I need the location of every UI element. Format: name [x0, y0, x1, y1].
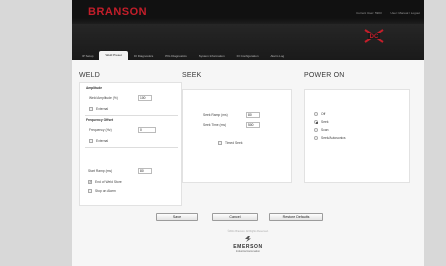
amplitude-group-title: Amplitude [86, 86, 103, 90]
power-on-scan-radio[interactable] [314, 128, 318, 132]
tab-weld-preset[interactable]: Weld Preset [99, 51, 128, 60]
tab-io-configuration[interactable]: IO Configuration [231, 52, 265, 60]
cancel-button[interactable]: Cancel [212, 213, 258, 221]
power-on-off-radio[interactable] [314, 112, 318, 116]
power-on-panel: Off Seek Scan Seek/Autosonics [304, 89, 410, 183]
seek-time-label: Seek Time (ms) [203, 123, 227, 127]
timed-seek-checkbox[interactable] [218, 141, 222, 145]
seek-time-input[interactable]: 500 [246, 122, 260, 128]
tab-alarm-log[interactable]: Alarm Log [265, 52, 291, 60]
frequency-external-label: External [96, 139, 109, 143]
logout-link[interactable]: User: Manual / Logout [390, 11, 420, 15]
amplitude-external-label: External [96, 107, 109, 111]
dc-brand-text: DC [370, 34, 379, 40]
branson-logo: BRANSON [88, 6, 148, 18]
tab-band: DC IP Setup Weld Preset IO Diagnostics P… [72, 24, 424, 60]
seek-ramp-input[interactable]: 80 [246, 112, 260, 118]
emerson-subtitle: Industrial Automation [235, 250, 261, 253]
amplitude-external-checkbox[interactable] [89, 107, 93, 111]
app-header: BRANSON Current User: 5903 User: Manual … [72, 0, 424, 24]
save-button[interactable]: Save [156, 213, 198, 221]
power-on-scan-label: Scan [321, 128, 329, 132]
weld-title: WELD [79, 72, 101, 79]
stop-on-alarm-label: Stop on Alarm [95, 189, 116, 193]
frequency-label: Frequency (Hz) [89, 128, 112, 132]
end-of-weld-store-label: End of Weld Store [95, 180, 122, 184]
main-tabs: IP Setup Weld Preset IO Diagnostics PIG … [72, 51, 290, 60]
frequency-input[interactable]: 0 [138, 127, 156, 133]
seek-title: SEEK [182, 72, 202, 79]
power-on-seek-radio[interactable] [314, 120, 318, 124]
end-of-weld-store-checkbox[interactable] [88, 180, 92, 184]
tab-system-information[interactable]: System Information [193, 52, 231, 60]
seek-panel: Seek Ramp (ms) 80 Seek Time (ms) 500 Tim… [182, 89, 292, 183]
emerson-icon [228, 236, 268, 244]
tab-pig-diagnostics[interactable]: PIG Diagnostics [159, 52, 193, 60]
timed-seek-label: Timed Seek [225, 141, 243, 145]
stop-on-alarm-checkbox[interactable] [88, 189, 92, 193]
weld-panel: Amplitude Weld Amplitude (%) 100 Externa… [79, 82, 182, 206]
frequency-external-checkbox[interactable] [89, 139, 93, 143]
divider [85, 115, 178, 116]
emerson-logo: EMERSON Industrial Automation [228, 236, 268, 254]
weld-amplitude-label: Weld Amplitude (%) [89, 96, 118, 100]
tab-io-diagnostics[interactable]: IO Diagnostics [128, 52, 160, 60]
power-on-title: POWER ON [304, 72, 345, 79]
power-on-seek-autosonics-radio[interactable] [314, 136, 318, 140]
frequency-group-title: Frequency Offset [86, 118, 114, 122]
weld-amplitude-input[interactable]: 100 [138, 95, 152, 101]
power-on-off-label: Off [321, 112, 326, 116]
power-on-seek-autosonics-label: Seek/Autosonics [321, 136, 346, 140]
current-user-label: Current User: 5903 [356, 11, 382, 15]
start-ramp-label: Start Ramp (ms) [88, 169, 113, 173]
restore-defaults-button[interactable]: Restore Defaults [269, 213, 323, 221]
tab-ip-setup[interactable]: IP Setup [76, 52, 99, 60]
weld-preset-page: WELD Amplitude Weld Amplitude (%) 100 Ex… [72, 60, 424, 266]
divider [85, 147, 178, 148]
power-on-seek-label: Seek [321, 120, 329, 124]
dc-brand-icon: DC [364, 29, 384, 43]
seek-ramp-label: Seek Ramp (ms) [203, 113, 228, 117]
copyright-text: ©2011 Branson. All Rights Reserved. [227, 230, 269, 233]
start-ramp-input[interactable]: 80 [138, 168, 152, 174]
user-info: Current User: 5903 User: Manual / Logout [348, 11, 420, 15]
